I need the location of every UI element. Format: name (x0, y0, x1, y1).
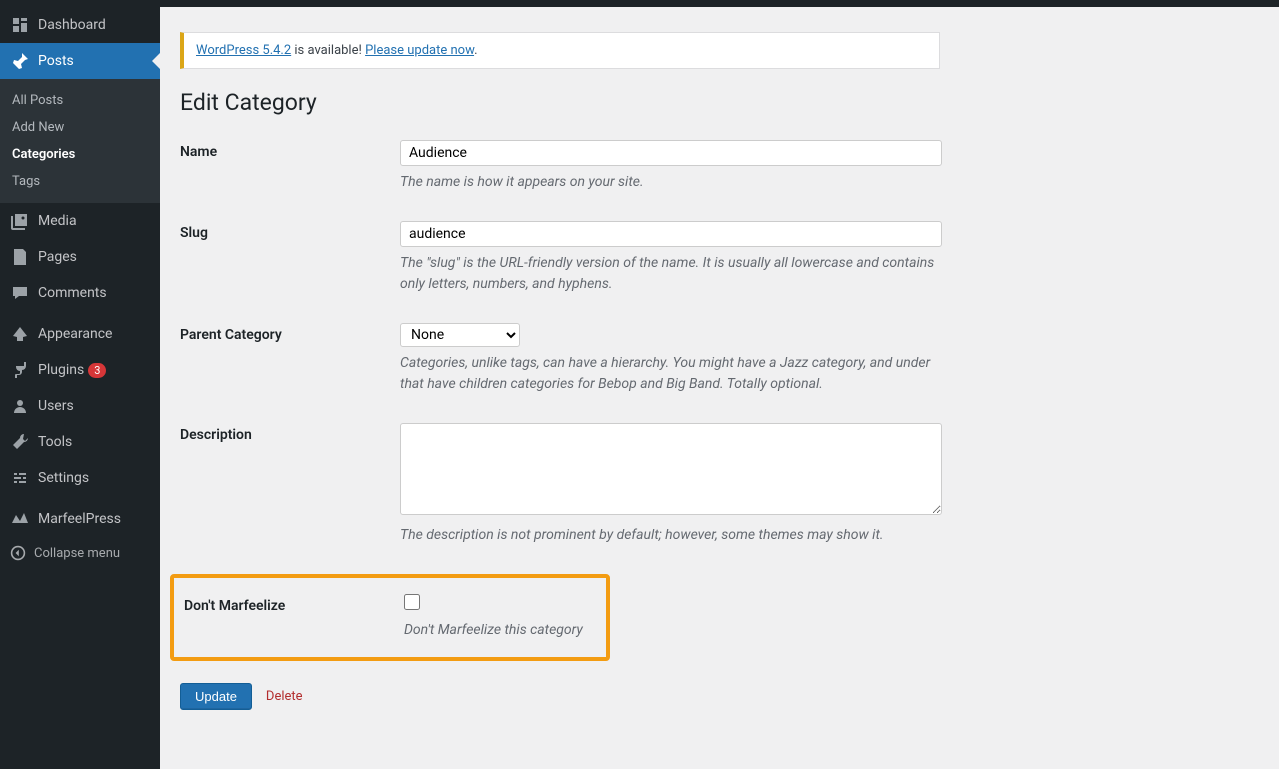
update-badge: 3 (88, 363, 106, 378)
row-description: Description The description is not promi… (180, 423, 1259, 546)
sidebar-item-label: Tools (38, 434, 72, 450)
sidebar-item-posts[interactable]: Posts (0, 43, 160, 79)
row-slug: Slug The "slug" is the URL-friendly vers… (180, 221, 1259, 295)
submenu-tags[interactable]: Tags (0, 168, 160, 195)
label-marfeelize: Don't Marfeelize (180, 594, 404, 614)
delete-link[interactable]: Delete (266, 689, 303, 704)
sidebar-item-label: MarfeelPress (38, 511, 121, 527)
sidebar-item-label: Posts (38, 53, 74, 69)
pin-icon (10, 51, 30, 71)
sidebar-item-plugins[interactable]: Plugins 3 (0, 352, 160, 388)
marfeel-icon (10, 509, 30, 529)
sidebar-item-label: Settings (38, 470, 89, 486)
sidebar-item-dashboard[interactable]: Dashboard (0, 7, 160, 43)
marfeelize-checkbox[interactable] (404, 594, 420, 610)
pages-icon (10, 247, 30, 267)
collapse-menu[interactable]: Collapse menu (0, 537, 160, 569)
label-name: Name (180, 140, 400, 160)
sidebar-item-tools[interactable]: Tools (0, 424, 160, 460)
admin-toolbar (0, 0, 1279, 7)
marfeelize-highlight: Don't Marfeelize Don't Marfeelize this c… (170, 574, 610, 661)
appearance-icon (10, 324, 30, 344)
sidebar-item-media[interactable]: Media (0, 203, 160, 239)
sidebar-item-label: Dashboard (38, 17, 106, 33)
description-help: The description is not prominent by defa… (400, 525, 942, 546)
submenu-categories[interactable]: Categories (0, 141, 160, 168)
row-marfeelize: Don't Marfeelize Don't Marfeelize this c… (180, 594, 600, 641)
sidebar-item-label: Pages (38, 249, 77, 265)
marfeelize-description: Don't Marfeelize this category (404, 620, 600, 641)
posts-submenu: All Posts Add New Categories Tags (0, 79, 160, 203)
sidebar-item-label: Media (38, 213, 77, 229)
sidebar-item-settings[interactable]: Settings (0, 460, 160, 496)
sidebar-item-label: Appearance (38, 326, 112, 342)
comments-icon (10, 283, 30, 303)
parent-description: Categories, unlike tags, can have a hier… (400, 353, 942, 395)
main-content: WordPress 5.4.2 is available! Please upd… (160, 7, 1279, 769)
name-input[interactable] (400, 140, 942, 166)
slug-description: The "slug" is the URL-friendly version o… (400, 253, 942, 295)
sidebar-item-appearance[interactable]: Appearance (0, 316, 160, 352)
update-notice: WordPress 5.4.2 is available! Please upd… (180, 32, 940, 69)
sidebar-item-pages[interactable]: Pages (0, 239, 160, 275)
sidebar-item-label: Comments (38, 285, 107, 301)
row-parent: Parent Category None Categories, unlike … (180, 323, 1259, 395)
name-description: The name is how it appears on your site. (400, 172, 942, 193)
settings-icon (10, 468, 30, 488)
admin-sidebar: Dashboard Posts All Posts Add New Catego… (0, 7, 160, 769)
update-now-link[interactable]: Please update now (365, 43, 474, 58)
sidebar-item-label: Users (38, 398, 74, 414)
plugins-icon (10, 360, 30, 380)
submenu-add-new[interactable]: Add New (0, 114, 160, 141)
row-name: Name The name is how it appears on your … (180, 140, 1259, 193)
parent-select[interactable]: None (400, 323, 520, 347)
submenu-all-posts[interactable]: All Posts (0, 87, 160, 114)
collapse-label: Collapse menu (34, 546, 120, 561)
form-actions: Update Delete (180, 683, 1259, 710)
notice-text: is available! (291, 43, 365, 58)
collapse-icon (10, 545, 26, 561)
label-parent: Parent Category (180, 323, 400, 343)
sidebar-item-label: Plugins (38, 362, 84, 378)
dashboard-icon (10, 15, 30, 35)
description-textarea[interactable] (400, 423, 942, 515)
wordpress-version-link[interactable]: WordPress 5.4.2 (196, 43, 291, 58)
users-icon (10, 396, 30, 416)
label-description: Description (180, 423, 400, 443)
slug-input[interactable] (400, 221, 942, 247)
media-icon (10, 211, 30, 231)
sidebar-item-users[interactable]: Users (0, 388, 160, 424)
update-button[interactable]: Update (180, 683, 252, 710)
label-slug: Slug (180, 221, 400, 241)
page-title: Edit Category (180, 89, 1259, 116)
sidebar-item-marfeelpress[interactable]: MarfeelPress (0, 501, 160, 537)
sidebar-item-comments[interactable]: Comments (0, 275, 160, 311)
notice-period: . (474, 43, 477, 58)
tools-icon (10, 432, 30, 452)
